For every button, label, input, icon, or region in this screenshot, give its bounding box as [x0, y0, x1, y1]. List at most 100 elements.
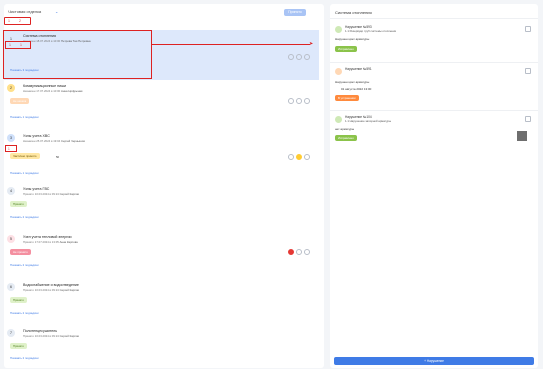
- item-meta: Принято 17.07.2024 в 13:05 Анна Карпова: [23, 240, 78, 244]
- item-date: Принято 10.03.2024 в 09:24: [23, 334, 59, 338]
- show-subtasks-link[interactable]: Показать 2 подзадачи: [10, 356, 39, 360]
- item-number: 2: [7, 84, 15, 92]
- item-actions: [288, 54, 310, 60]
- show-subtasks-link[interactable]: Показать 1 подзадачи: [10, 115, 39, 119]
- accept-stage-button[interactable]: Принято: [284, 9, 306, 16]
- item-name: Узел учета тепловой энергии: [23, 235, 72, 239]
- badge-comment-count: 1: [9, 43, 11, 47]
- item-actions: [288, 249, 310, 255]
- item-name: Полотенцесушитель: [23, 329, 58, 333]
- comment-icon[interactable]: [296, 249, 302, 255]
- violation-title: Нарушение №591: [345, 67, 372, 71]
- violations-panel: Система отопления Нарушение №593 1.1 Рез…: [330, 4, 538, 368]
- stage-title: Чистовая отделка: [8, 9, 42, 14]
- checklist-item[interactable]: 3 Узлы учета ХВС Назначен 25.07.2024 в 1…: [4, 130, 322, 180]
- item-person: Сергей Карпов: [59, 288, 79, 292]
- checklist-item[interactable]: 2 Коммуникационные ниши Назначен 17.07.2…: [4, 82, 322, 126]
- status-badge[interactable]: Не принято: [10, 249, 31, 255]
- violation-date: 01 августа 2022 13:00: [341, 87, 372, 91]
- violation-icon: [335, 68, 342, 75]
- item-meta: Назначен 17.07.2024 в 10:00 Анна Цифрына…: [23, 89, 82, 93]
- checklist-item[interactable]: 4 Узлы учета ГВС Принято 10.03.2024 в 09…: [4, 184, 322, 228]
- violation-subtitle: 1.1 Резервуар труб системы отопления: [345, 29, 397, 33]
- show-subtasks-link[interactable]: Показать 2 подзадачи: [10, 311, 39, 315]
- comment-icon[interactable]: [296, 154, 302, 160]
- badge-violation-count: 2: [19, 19, 21, 23]
- status-badge[interactable]: Частично принято: [10, 153, 40, 159]
- badge-comment-count: 1: [8, 147, 10, 151]
- violation-checkbox[interactable]: [525, 26, 531, 32]
- arrow-head-icon: ➤: [309, 41, 314, 47]
- edit-icon[interactable]: [288, 249, 294, 255]
- status-badge[interactable]: Не начата: [10, 98, 30, 104]
- item-meta: Назначен 25.07.2024 в 19:04 Сергей Черны…: [23, 139, 85, 143]
- stage-header: Чистовая отделка ⌄ Принято: [4, 6, 314, 18]
- item-date: Назначен 25.07.2024 в 19:04: [23, 139, 61, 143]
- check-icon[interactable]: [304, 98, 310, 104]
- violation-card[interactable]: Нарушение №104 1.1 Нарушение запорной ар…: [335, 114, 535, 154]
- item-person: Анна Карпова: [59, 240, 78, 244]
- comment-icon[interactable]: [296, 54, 302, 60]
- checklist-item[interactable]: 5 Узел учета тепловой энергии Принято 17…: [4, 232, 322, 276]
- item-meta: Принято 10.03.2024 в 09:24 Сергей Карпов: [23, 192, 79, 196]
- edit-icon[interactable]: [288, 54, 294, 60]
- item-meta: Принято 10.03.2024 в 09:24 Сергей Карпов: [23, 288, 79, 292]
- app-screen: Чистовая отделка ⌄ Принято 1 2 1 Система…: [0, 0, 543, 369]
- item-person: Сергей Карпов: [59, 334, 79, 338]
- item-person: Анна Цифрыная: [61, 89, 83, 93]
- comment-icon[interactable]: [296, 98, 302, 104]
- violation-checkbox[interactable]: [525, 68, 531, 74]
- stage-badges: 1 2: [4, 17, 31, 25]
- item-person: Сергей Карпов: [59, 192, 79, 196]
- add-violation-button[interactable]: + Нарушение: [334, 357, 534, 365]
- violation-status[interactable]: В устранении: [335, 95, 359, 101]
- violation-card[interactable]: Нарушение №591 Нарушен цвет арматуры 01 …: [335, 66, 535, 108]
- violation-checkbox[interactable]: [525, 116, 531, 122]
- item-date: Назначен 17.07.2024 в 10:00: [23, 89, 61, 93]
- violation-card[interactable]: Нарушение №593 1.1 Резервуар труб систем…: [335, 24, 535, 60]
- check-icon[interactable]: [304, 54, 310, 60]
- item-meta: Принято 10.03.2024 в 09:24 Сергей Карпов: [23, 334, 79, 338]
- checklist-item[interactable]: 6 Водоснабжение и водоотведение Принято …: [4, 280, 322, 324]
- show-subtasks-link[interactable]: Показать 2 подзадачи: [10, 215, 39, 219]
- item-name: Узлы учета ХВС: [23, 134, 50, 138]
- annotation-box: [3, 30, 152, 79]
- status-badge[interactable]: Принято: [10, 297, 27, 303]
- item-name: Водоснабжение и водоотведение: [23, 283, 79, 287]
- item-name: Узлы учета ГВС: [23, 187, 50, 191]
- item-date: Принято 10.03.2024 в 09:24: [23, 288, 59, 292]
- violation-status[interactable]: Исправлено: [335, 46, 357, 52]
- status-badge[interactable]: Принято: [10, 201, 27, 207]
- check-icon[interactable]: [304, 154, 310, 160]
- item-date: Принято 10.03.2024 в 09:24: [23, 192, 59, 196]
- item-person: Сергей Чернышов: [61, 139, 85, 143]
- violation-icon: [335, 116, 342, 123]
- partial-count: 50: [56, 155, 60, 159]
- item-number: 7: [7, 329, 15, 337]
- chevron-down-icon[interactable]: ⌄: [55, 9, 58, 14]
- item-number: 5: [7, 235, 15, 243]
- badge-comment-count: 1: [8, 19, 10, 23]
- edit-icon[interactable]: [288, 98, 294, 104]
- violation-photo[interactable]: [517, 131, 527, 141]
- item-number: 6: [7, 283, 15, 291]
- check-icon[interactable]: [304, 249, 310, 255]
- divider: [330, 62, 538, 63]
- status-badge[interactable]: Принято: [10, 343, 27, 349]
- item-date: Принято 17.07.2024 в 13:05: [23, 240, 59, 244]
- panel-title: Система отопления: [335, 10, 372, 15]
- item-number: 3: [7, 134, 15, 142]
- item-number: 4: [7, 187, 15, 195]
- show-subtasks-link[interactable]: Показать 2 подзадачи: [10, 263, 39, 267]
- show-subtasks-link[interactable]: Показать 1 подзадачи: [10, 171, 39, 175]
- edit-icon[interactable]: [288, 154, 294, 160]
- violation-text: Нарушен цвет арматуры: [335, 80, 370, 84]
- violation-text: Нарушен цвет арматуры: [335, 37, 370, 41]
- item-actions: [288, 154, 310, 160]
- checklist-item[interactable]: 7 Полотенцесушитель Принято 10.03.2024 в…: [4, 326, 322, 366]
- item-badges: 1: [5, 145, 17, 152]
- violation-icon: [335, 26, 342, 33]
- badge-violation-count: 1: [20, 43, 22, 47]
- violation-text: нет арматуры: [335, 127, 355, 131]
- violation-status[interactable]: Исправлено: [335, 135, 357, 141]
